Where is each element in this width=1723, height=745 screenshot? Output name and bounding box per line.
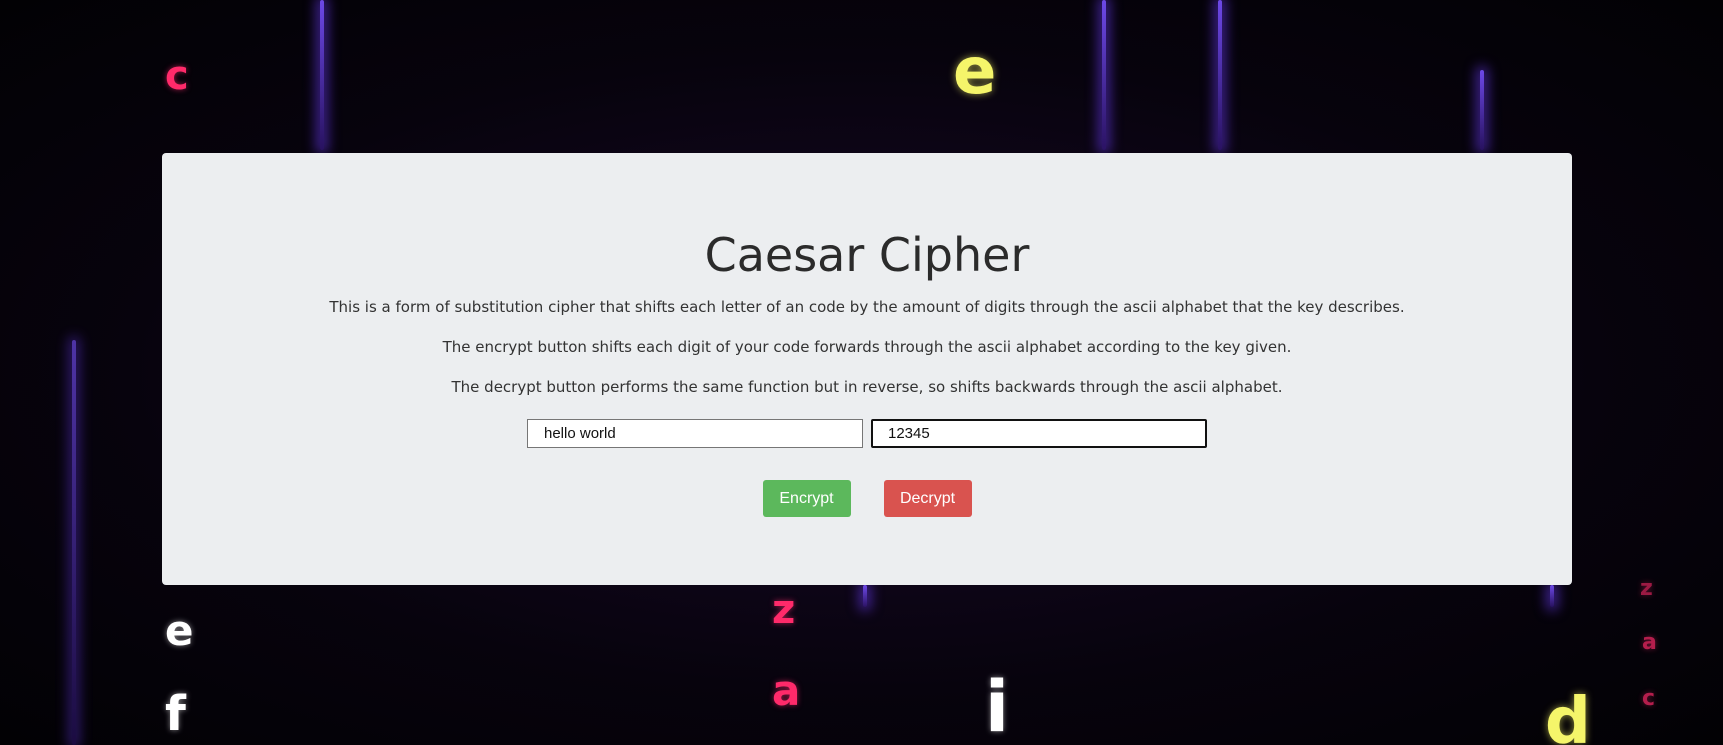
light-beam xyxy=(1480,70,1484,150)
bg-letter: z xyxy=(772,587,796,633)
bg-letter: e xyxy=(953,35,997,109)
light-beam xyxy=(320,0,324,150)
description-paragraph: This is a form of substitution cipher th… xyxy=(329,298,1405,316)
bg-letter: i xyxy=(985,666,1009,745)
bg-letter: c xyxy=(165,53,189,99)
light-beam xyxy=(1102,0,1106,150)
bg-letter: a xyxy=(772,666,801,715)
bg-letter: d xyxy=(1545,685,1591,745)
light-beam xyxy=(72,340,76,745)
page-title: Caesar Cipher xyxy=(704,228,1030,282)
bg-letter: e xyxy=(165,606,194,655)
light-beam xyxy=(1218,0,1222,150)
cipher-card: Caesar Cipher This is a form of substitu… xyxy=(162,153,1572,585)
button-row: Encrypt Decrypt xyxy=(162,480,1572,517)
bg-letter: f xyxy=(165,686,186,742)
bg-letter: a xyxy=(1642,630,1657,655)
light-beam xyxy=(863,585,867,607)
input-row xyxy=(162,419,1572,448)
description-paragraph: The decrypt button performs the same fun… xyxy=(451,378,1283,396)
light-beam xyxy=(1550,585,1554,607)
description-paragraph: The encrypt button shifts each digit of … xyxy=(442,338,1292,356)
bg-letter: z xyxy=(1640,576,1653,601)
encrypt-button[interactable]: Encrypt xyxy=(762,480,851,517)
bg-letter: c xyxy=(1642,686,1656,711)
code-input[interactable] xyxy=(527,419,863,448)
decrypt-button[interactable]: Decrypt xyxy=(883,480,972,517)
key-input[interactable] xyxy=(871,419,1207,448)
